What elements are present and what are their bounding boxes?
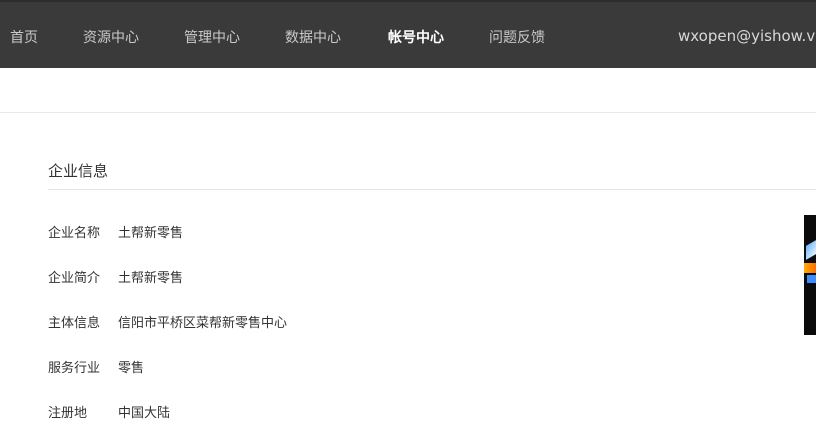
company-logo-image <box>804 215 816 335</box>
info-value: 中国大陆 <box>118 406 171 421</box>
nav-home[interactable]: 首页 <box>10 28 38 48</box>
nav-management-center[interactable]: 管理中心 <box>184 28 240 48</box>
info-label: 注册地 <box>48 406 88 421</box>
info-value: 零售 <box>118 361 145 376</box>
logo-light-streak <box>807 275 816 283</box>
section-title: 企业信息 <box>48 162 109 180</box>
info-label: 主体信息 <box>48 316 101 331</box>
account-email[interactable]: wxopen@yishow.vip <box>678 26 816 46</box>
section-divider <box>48 189 816 190</box>
nav-feedback[interactable]: 问题反馈 <box>489 28 545 48</box>
logo-light-streak <box>804 263 816 273</box>
info-label: 服务行业 <box>48 361 101 376</box>
info-value: 土帮新零售 <box>118 271 184 286</box>
info-label: 企业简介 <box>48 271 101 286</box>
logo-light-streak <box>806 240 816 260</box>
subheader-divider <box>0 112 816 113</box>
nav-account-center[interactable]: 帐号中心 <box>388 28 444 48</box>
nav-resource-center[interactable]: 资源中心 <box>83 28 139 48</box>
nav-data-center[interactable]: 数据中心 <box>285 28 341 48</box>
info-label: 企业名称 <box>48 226 101 241</box>
info-value: 土帮新零售 <box>118 226 184 241</box>
top-navigation-bar: 首页 资源中心 管理中心 数据中心 帐号中心 问题反馈 wxopen@yisho… <box>0 0 816 68</box>
info-value: 信阳市平桥区菜帮新零售中心 <box>118 316 288 331</box>
